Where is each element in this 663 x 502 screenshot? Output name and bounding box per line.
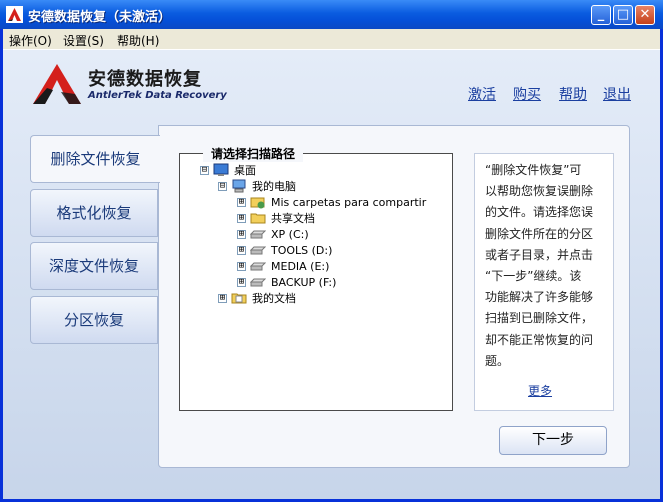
drive-icon [250,262,266,271]
folder-tree[interactable]: ⊟ 桌面 ⊟ 我的电脑 ⊞ Mis carpetas para comparti… [179,153,453,411]
description-line: 却不能正常恢复的问 [485,332,594,347]
description-line: 以帮助您恢复误删除 [485,184,594,199]
tree-label: 共享文档 [271,212,315,225]
menu-bar: 操作(O) 设置(S) 帮助(H) [3,29,660,50]
next-button[interactable]: 下一步 [499,426,607,455]
description-line: “删除文件恢复”可 [485,163,582,177]
tree-label: MEDIA (E:) [271,260,330,273]
title-bar[interactable]: 安德数据恢复（未激活） _ □ ✕ [0,0,663,29]
description-line: 功能解决了许多能够 [485,290,594,305]
drive-icon [250,246,266,255]
tree-label: TOOLS (D:) [271,244,333,257]
computer-icon [232,179,246,193]
tree-label: 我的文档 [252,292,296,305]
brand-logo-icon [33,64,81,104]
expand-icon[interactable]: ⊞ [237,198,246,207]
description-line: 的文件。请选择您误 [485,205,594,220]
activate-link[interactable]: 激活 [468,84,496,104]
brand-subtitle: AntlerTek Data Recovery [88,90,227,101]
collapse-icon[interactable]: ⊟ [200,166,209,175]
description-line: 扫描到已删除文件， [485,311,594,326]
close-button[interactable]: ✕ [635,5,655,25]
menu-operation[interactable]: 操作(O) [9,32,52,49]
tree-label: Mis carpetas para compartir [271,196,427,209]
description-box: “删除文件恢复”可 以帮助您恢复误删除 的文件。请选择您误 删除文件所在的分区 … [474,153,614,411]
more-link[interactable]: 更多 [528,382,552,399]
desktop-icon [213,163,229,176]
collapse-icon[interactable]: ⊟ [218,182,227,191]
menu-help[interactable]: 帮助(H) [117,32,159,49]
expand-icon[interactable]: ⊞ [237,246,246,255]
tree-label: 桌面 [234,164,256,177]
expand-icon[interactable]: ⊞ [237,278,246,287]
expand-icon[interactable]: ⊞ [237,230,246,239]
folder-icon [250,213,266,224]
app-logo-icon [6,6,23,23]
expand-icon[interactable]: ⊞ [237,214,246,223]
documents-icon [231,293,247,304]
menu-settings[interactable]: 设置(S) [63,32,104,49]
maximize-button[interactable]: □ [613,5,633,25]
tree-label: 我的电脑 [252,180,296,193]
help-link[interactable]: 帮助 [559,84,587,104]
tab-deleted-file-recovery[interactable]: 删除文件恢复 [30,135,160,183]
main-content: 安德数据恢复 AntlerTek Data Recovery 激活 购买 帮助 … [3,50,660,499]
window-title: 安德数据恢复（未激活） [28,10,172,25]
description-line: 或者子目录，并点击 [485,247,594,262]
tree-label: BACKUP (F:) [271,276,337,289]
tree-label: XP (C:) [271,228,309,241]
tab-partition-recovery[interactable]: 分区恢复 [30,296,158,344]
recovery-panel: ⊟ 桌面 ⊟ 我的电脑 ⊞ Mis carpetas para comparti… [158,125,630,468]
buy-link[interactable]: 购买 [513,84,541,104]
description-line: 题。 [485,353,510,368]
tab-format-recovery[interactable]: 格式化恢复 [30,189,158,237]
expand-icon[interactable]: ⊞ [237,262,246,271]
drive-icon [250,278,266,287]
brand-name: 安德数据恢复 [88,69,202,90]
expand-icon[interactable]: ⊞ [218,294,227,303]
description-line: “下一步”继续。该 [485,269,582,284]
description-text: “删除文件恢复”可 以帮助您恢复误删除 的文件。请选择您误 删除文件所在的分区 … [485,160,605,372]
tab-deep-file-recovery[interactable]: 深度文件恢复 [30,242,158,290]
tree-group-title: 请选择扫描路径 [203,145,304,162]
minimize-button[interactable]: _ [591,5,611,25]
drive-icon [250,230,266,239]
description-line: 删除文件所在的分区 [485,226,594,241]
exit-link[interactable]: 退出 [603,84,631,104]
app-window: 安德数据恢复（未激活） _ □ ✕ 操作(O) 设置(S) 帮助(H) 安德数据… [0,0,663,502]
shared-folder-icon [250,197,265,209]
